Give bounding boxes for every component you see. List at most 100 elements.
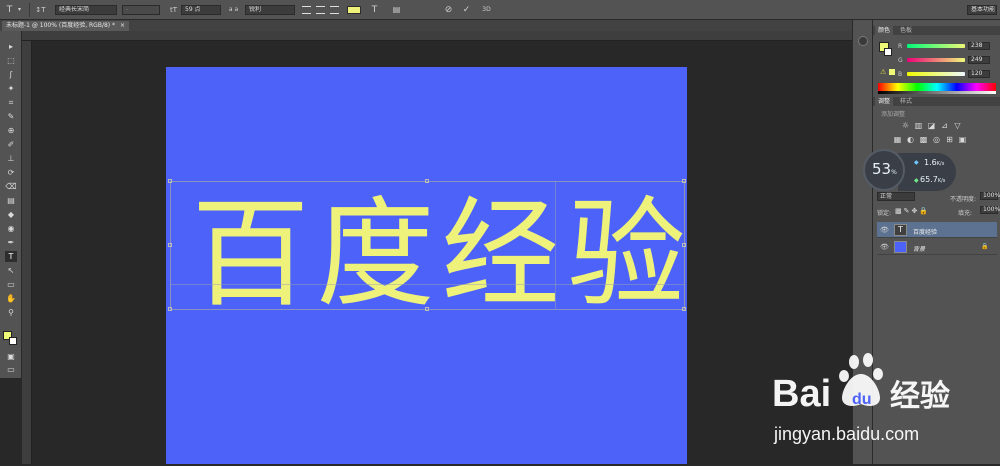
character-panel-icon[interactable]: ▤ [391, 4, 402, 16]
close-icon[interactable]: × [120, 22, 125, 29]
tool-button[interactable]: ⌫ [5, 181, 17, 192]
font-size-icon: tT [169, 6, 178, 14]
tool-button[interactable]: T [5, 251, 17, 262]
usage-percent: 53% [872, 160, 897, 178]
tab-color[interactable]: 颜色 [875, 26, 894, 35]
opacity-field[interactable]: 100% [980, 192, 1000, 200]
font-style-select[interactable]: - [122, 5, 160, 15]
adjustment-icon[interactable]: ⊿ [940, 121, 949, 130]
document-tab[interactable]: 未标题-1 @ 100% (百度经验, RGB/8) * × [2, 21, 129, 31]
tool-button[interactable]: ✎ [5, 111, 17, 122]
grayscale-ramp[interactable] [878, 91, 996, 94]
align-center-icon[interactable] [316, 6, 325, 14]
adjustment-icon[interactable]: ☼ [901, 121, 910, 130]
tool-button[interactable]: ▭ [5, 279, 17, 290]
watermark-brand-bai: Bai [772, 373, 831, 415]
screen-mode-icon[interactable]: ▭ [5, 364, 17, 375]
r-value-field[interactable]: 238 [968, 42, 990, 50]
opacity-label: 不透明度: [950, 196, 977, 203]
visibility-eye-icon[interactable]: 👁 [880, 226, 889, 234]
transform-handle[interactable] [168, 179, 172, 183]
layer-thumb-type-icon: T [894, 224, 907, 236]
history-icon[interactable] [858, 36, 868, 46]
transform-handle[interactable] [425, 307, 429, 311]
adjustment-icon[interactable]: ▥ [914, 121, 923, 130]
document-canvas[interactable]: 百 度 经 验 [166, 67, 687, 464]
transform-handle[interactable] [682, 179, 686, 183]
align-right-icon[interactable] [330, 6, 339, 14]
background-color-swatch[interactable] [9, 337, 17, 345]
tool-button[interactable]: ⬚ [5, 55, 17, 66]
layer-row[interactable]: 👁 背景 🔒 [877, 239, 997, 255]
tool-button[interactable]: ʃ [5, 69, 17, 80]
r-slider[interactable] [907, 44, 965, 48]
adjustment-icon[interactable]: ⊞ [945, 135, 954, 144]
transform-handle[interactable] [425, 179, 429, 183]
background-color-swatch[interactable] [884, 48, 892, 56]
transform-handle[interactable] [168, 307, 172, 311]
download-rate-unit: K/s [937, 178, 946, 184]
font-size-select[interactable]: 59 点 [181, 5, 221, 15]
tab-swatches[interactable]: 色板 [897, 26, 915, 35]
tool-button[interactable]: ↖ [5, 265, 17, 276]
g-value-field[interactable]: 249 [968, 56, 990, 64]
anti-alias-select[interactable]: 锐利 [245, 5, 295, 15]
adjustment-icon[interactable]: ▣ [958, 135, 967, 144]
tool-button[interactable]: ✒ [5, 237, 17, 248]
quick-mask-icon[interactable]: ▣ [5, 351, 17, 362]
3d-icon[interactable]: 3D [481, 4, 492, 16]
warp-text-icon[interactable]: T [369, 4, 380, 16]
tool-button[interactable]: ◆ [5, 209, 17, 220]
document-tab-bar: 未标题-1 @ 100% (百度经验, RGB/8) * × [0, 20, 852, 31]
tool-button[interactable]: ▸ [5, 41, 17, 52]
tool-button[interactable]: ✐ [5, 139, 17, 150]
tool-button[interactable]: ▤ [5, 195, 17, 206]
layer-row[interactable]: 👁 T 百度经验 [877, 222, 997, 238]
warning-icon[interactable]: ⚠ [880, 68, 886, 76]
transform-handle[interactable] [682, 307, 686, 311]
network-speed-widget[interactable]: ◆ 1.6K/s ◆ 65.7K/s [898, 153, 956, 191]
adjustment-icon[interactable]: ◐ [906, 135, 915, 144]
text-cursor-line [555, 181, 556, 309]
g-slider[interactable] [907, 58, 965, 62]
gamut-swatch[interactable] [889, 69, 895, 75]
b-slider[interactable] [907, 72, 965, 76]
ruler-horizontal[interactable] [22, 31, 852, 41]
tool-button[interactable]: ⊥ [5, 153, 17, 164]
adjustment-icon[interactable]: ◎ [932, 135, 941, 144]
ruler-vertical[interactable] [22, 41, 32, 464]
tool-button[interactable]: ✦ [5, 83, 17, 94]
tool-button[interactable]: ⌗ [5, 97, 17, 108]
align-left-icon[interactable] [302, 6, 311, 14]
adjustment-icon[interactable]: ◪ [927, 121, 936, 130]
visibility-eye-icon[interactable]: 👁 [880, 243, 889, 251]
workspace-select[interactable]: 基本功能 [967, 5, 997, 15]
anti-alias-icon: a a [228, 6, 239, 13]
toggle-orientation-icon[interactable]: ↕T [35, 4, 46, 16]
cpu-usage-gauge[interactable]: 53% [863, 149, 905, 191]
tool-button[interactable]: ⟳ [5, 167, 17, 178]
canvas-text-glyph: 经 [441, 185, 560, 323]
transform-handle[interactable] [168, 243, 172, 247]
cancel-icon[interactable]: ⊘ [443, 4, 454, 16]
font-family-select[interactable]: 经典长宋简 [55, 5, 117, 15]
text-color-swatch[interactable] [347, 6, 361, 14]
tool-button[interactable]: ✋ [5, 293, 17, 304]
adjustment-icon[interactable]: ▽ [953, 121, 962, 130]
blend-mode-select[interactable]: 正常 [877, 192, 915, 201]
adjustment-icon[interactable]: ▩ [919, 135, 928, 144]
tool-button[interactable]: ⊕ [5, 125, 17, 136]
tab-styles[interactable]: 样式 [897, 97, 915, 106]
adjustment-icon[interactable]: ▦ [893, 135, 902, 144]
lock-options-icon[interactable]: ▩✎✥🔒 [895, 207, 930, 215]
transform-handle[interactable] [682, 243, 686, 247]
commit-icon[interactable]: ✓ [461, 4, 472, 16]
tool-button[interactable]: ◉ [5, 223, 17, 234]
tool-preset-dropdown-icon[interactable]: ▾ [14, 4, 25, 16]
tab-adjustments[interactable]: 调整 [875, 97, 894, 106]
fill-field[interactable]: 100% [980, 206, 1000, 214]
tool-button[interactable]: ⚲ [5, 307, 17, 318]
baidu-logo-watermark: Bai du 经验 jingyan.baidu.com [772, 353, 950, 444]
b-value-field[interactable]: 120 [968, 70, 990, 78]
r-label: R [898, 43, 903, 50]
